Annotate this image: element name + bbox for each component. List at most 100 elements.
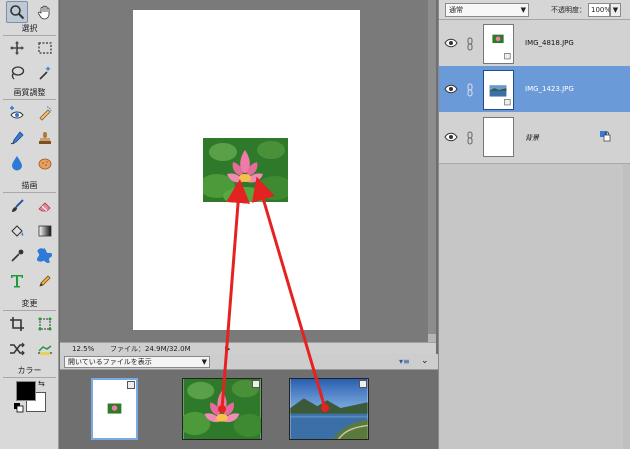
canvas-vertical-scrollbar[interactable] bbox=[428, 0, 436, 342]
move-icon bbox=[10, 41, 24, 55]
pencil-icon bbox=[39, 275, 51, 287]
link-icon[interactable] bbox=[465, 83, 475, 97]
hand-tool[interactable] bbox=[34, 1, 56, 23]
opacity-slider-toggle[interactable]: ▼ bbox=[610, 3, 621, 17]
bin-options-menu-icon[interactable]: ▾≡ bbox=[399, 357, 413, 367]
magic-wand-icon bbox=[39, 66, 51, 80]
lake-thumbnail-image bbox=[290, 379, 368, 439]
spot-heal-icon bbox=[10, 131, 24, 145]
default-colors-icon[interactable] bbox=[14, 403, 24, 413]
layer-thumbnail-image bbox=[489, 85, 511, 106]
sponge-icon bbox=[38, 158, 52, 170]
status-menu-arrow[interactable]: ▶ bbox=[225, 345, 235, 353]
section-divider bbox=[3, 192, 56, 193]
layer-row[interactable]: IMG_4818.JPG bbox=[439, 20, 630, 68]
blend-mode-value: 通常 bbox=[449, 6, 463, 14]
zoom-tool[interactable] bbox=[6, 1, 28, 23]
recompose-icon bbox=[38, 317, 52, 331]
section-divider bbox=[3, 377, 56, 378]
layered-file-icon bbox=[252, 380, 260, 388]
section-divider bbox=[3, 35, 56, 36]
eyedropper-icon bbox=[11, 249, 24, 262]
layer-row-background[interactable]: 背景 bbox=[439, 112, 630, 164]
content-aware-move-tool[interactable] bbox=[6, 338, 28, 360]
red-eye-tool[interactable] bbox=[6, 102, 28, 124]
quick-selection-icon bbox=[39, 106, 52, 121]
eraser-tool[interactable] bbox=[34, 195, 56, 217]
blend-mode-dropdown[interactable]: 通常 ▼ bbox=[445, 3, 529, 17]
magic-wand-tool[interactable] bbox=[34, 62, 56, 84]
spot-healing-tool[interactable] bbox=[6, 127, 28, 149]
layered-file-icon bbox=[359, 380, 367, 388]
custom-shape-tool[interactable] bbox=[34, 245, 56, 267]
document-canvas-area[interactable] bbox=[60, 0, 436, 342]
layers-panel: 通常 ▼ 不透明度： 100% ▼ IMG_4818.JPG IMG_1423.… bbox=[438, 0, 630, 449]
type-icon bbox=[11, 275, 23, 288]
blur-tool[interactable] bbox=[6, 152, 28, 174]
visibility-eye-icon[interactable] bbox=[444, 37, 458, 49]
document-page[interactable] bbox=[133, 10, 360, 330]
eraser-icon bbox=[38, 202, 51, 212]
section-label-color: カラー bbox=[17, 366, 42, 375]
layer-row-selected[interactable]: IMG_1423.JPG bbox=[439, 66, 630, 114]
type-tool[interactable] bbox=[6, 270, 28, 292]
bin-thumbnail-lotus[interactable] bbox=[182, 378, 262, 440]
section-divider bbox=[3, 310, 56, 311]
lock-icon[interactable] bbox=[599, 130, 611, 142]
color-swatches: ⇆ bbox=[14, 379, 50, 415]
move-tool[interactable] bbox=[6, 37, 28, 59]
status-bar: 12.5% ファイル：24.9M/32.0M ▶ bbox=[60, 342, 436, 354]
crop-tool[interactable] bbox=[6, 313, 28, 335]
photo-bin-header: 開いているファイルを表示 ▼ ▾≡ ⌄ bbox=[60, 354, 438, 370]
zoom-icon bbox=[10, 5, 25, 20]
clone-stamp-tool[interactable] bbox=[34, 127, 56, 149]
section-label-select: 選択 bbox=[21, 24, 38, 33]
bin-thumbnail-document[interactable] bbox=[91, 378, 138, 440]
swap-colors-icon[interactable]: ⇆ bbox=[38, 379, 48, 389]
collapse-bin-icon[interactable]: ⌄ bbox=[421, 356, 433, 368]
sponge-tool[interactable] bbox=[34, 152, 56, 174]
scroll-down-button[interactable] bbox=[428, 334, 436, 342]
gradient-icon bbox=[38, 225, 52, 237]
layers-panel-scrollbar[interactable] bbox=[623, 164, 630, 449]
paint-bucket-tool[interactable] bbox=[6, 220, 28, 242]
layer-thumbnail-image bbox=[492, 34, 511, 60]
lasso-icon bbox=[11, 66, 25, 80]
section-label-modify: 変更 bbox=[21, 299, 38, 308]
layer-name: IMG_4818.JPG bbox=[525, 39, 574, 47]
link-icon[interactable] bbox=[465, 131, 475, 145]
marquee-icon bbox=[38, 42, 52, 54]
pencil-tool[interactable] bbox=[34, 270, 56, 292]
paint-bucket-icon bbox=[11, 225, 24, 237]
photo-bin-dropdown[interactable]: 開いているファイルを表示 ▼ bbox=[64, 356, 210, 368]
layer-name: IMG_1423.JPG bbox=[525, 85, 574, 93]
straighten-tool[interactable] bbox=[34, 338, 56, 360]
clone-stamp-icon bbox=[39, 132, 51, 144]
photo-bin bbox=[60, 370, 438, 449]
quick-selection-tool[interactable] bbox=[34, 102, 56, 124]
layer-thumbnail bbox=[483, 70, 514, 110]
lotus-thumbnail-image bbox=[183, 379, 261, 439]
eyedropper-tool[interactable] bbox=[6, 245, 28, 267]
section-divider bbox=[3, 99, 56, 100]
photo-editor-window: 選択 画質調整 描画 変更 カラー ⇆ 12.5% ファイル：24.9M/32.… bbox=[0, 0, 630, 449]
layer-thumbnail bbox=[483, 117, 514, 157]
recompose-tool[interactable] bbox=[34, 313, 56, 335]
opacity-input[interactable]: 100% bbox=[588, 3, 611, 17]
file-size-info: ファイル：24.9M/32.0M bbox=[110, 344, 191, 353]
straighten-icon bbox=[38, 345, 52, 355]
visibility-eye-icon[interactable] bbox=[444, 83, 458, 95]
gradient-tool[interactable] bbox=[34, 220, 56, 242]
bin-thumbnail-lake[interactable] bbox=[289, 378, 369, 440]
link-icon[interactable] bbox=[465, 37, 475, 51]
blur-icon bbox=[12, 156, 22, 171]
foreground-color-swatch[interactable] bbox=[16, 381, 36, 401]
opacity-label: 不透明度： bbox=[551, 6, 586, 14]
visibility-eye-icon[interactable] bbox=[444, 131, 458, 143]
lotus-layer-image[interactable] bbox=[203, 138, 288, 202]
marquee-tool[interactable] bbox=[34, 37, 56, 59]
zoom-level[interactable]: 12.5% bbox=[60, 345, 100, 353]
section-label-enhance: 画質調整 bbox=[13, 88, 46, 97]
brush-tool[interactable] bbox=[6, 195, 28, 217]
lasso-tool[interactable] bbox=[6, 62, 28, 84]
